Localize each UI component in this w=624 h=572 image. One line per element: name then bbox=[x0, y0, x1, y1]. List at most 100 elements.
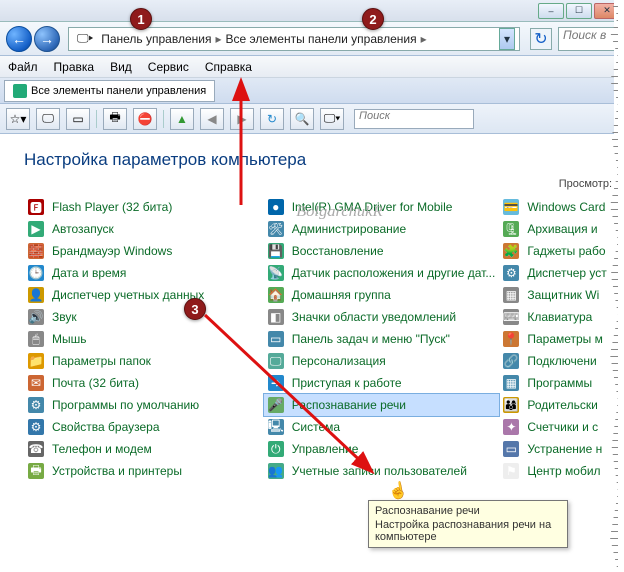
control-panel-item[interactable]: ⚙Диспетчер уст bbox=[499, 262, 624, 284]
item-icon: 🧱 bbox=[28, 243, 44, 259]
item-label: Гаджеты рабо bbox=[527, 244, 605, 258]
window-minimize-button[interactable]: – bbox=[538, 3, 564, 19]
menu-file[interactable]: Файл bbox=[8, 60, 38, 74]
control-panel-item[interactable]: 🖶Устройства и принтеры bbox=[24, 460, 264, 482]
item-label: Параметры м bbox=[527, 332, 603, 346]
item-label: Flash Player (32 бита) bbox=[52, 200, 172, 214]
control-panel-item[interactable]: ✦Счетчики и с bbox=[499, 416, 624, 438]
tool-print-icon[interactable]: 🖶 bbox=[103, 108, 127, 130]
control-panel-item[interactable]: 💾Восстановление bbox=[264, 240, 500, 262]
item-icon: ▭ bbox=[268, 331, 284, 347]
toolbar-separator bbox=[96, 110, 97, 128]
menu-edit[interactable]: Правка bbox=[54, 60, 95, 74]
item-label: Программы по умолчанию bbox=[52, 398, 199, 412]
content-area: Настройка параметров компьютера 🅵Flash P… bbox=[0, 134, 624, 482]
tool-view-icon[interactable]: 🖵▾ bbox=[320, 108, 344, 130]
tooltip-body: Настройка распознавания речи на компьюте… bbox=[375, 519, 561, 543]
control-panel-item[interactable]: ✉Почта (32 бита) bbox=[24, 372, 264, 394]
nav-search-input[interactable]: Поиск в bbox=[558, 27, 618, 51]
item-icon: 🖱 bbox=[28, 331, 44, 347]
item-label: Параметры папок bbox=[52, 354, 151, 368]
item-icon: 🧩 bbox=[503, 243, 519, 259]
item-icon: 🛠 bbox=[268, 221, 284, 237]
menu-help[interactable]: Справка bbox=[205, 60, 252, 74]
control-panel-item[interactable]: 🕒Дата и время bbox=[24, 262, 264, 284]
control-panel-item[interactable]: ➜Приступая к работе bbox=[264, 372, 500, 394]
control-panel-item[interactable]: ▶Автозапуск bbox=[24, 218, 264, 240]
control-panel-item[interactable]: 🗜Архивация и bbox=[499, 218, 624, 240]
control-panel-item[interactable]: 🧱Брандмауэр Windows bbox=[24, 240, 264, 262]
tab-control-panel[interactable]: Все элементы панели управления bbox=[4, 80, 215, 102]
menu-tools[interactable]: Сервис bbox=[148, 60, 189, 74]
control-panel-item[interactable]: ▭Панель задач и меню "Пуск" bbox=[264, 328, 500, 350]
item-icon: 🔗 bbox=[503, 353, 519, 369]
window-maximize-button[interactable]: ☐ bbox=[566, 3, 592, 19]
item-label: Значки области уведомлений bbox=[292, 310, 456, 324]
nav-forward-button[interactable]: → bbox=[34, 26, 60, 52]
control-panel-item[interactable]: 🖱 Мышь bbox=[24, 328, 264, 350]
control-panel-item[interactable]: 📁 Параметры папок bbox=[24, 350, 264, 372]
tool-search-icon[interactable]: 🔍 bbox=[290, 108, 314, 130]
control-panel-item[interactable]: ☎Телефон и модем bbox=[24, 438, 264, 460]
toolbar-separator bbox=[163, 110, 164, 128]
control-panel-item[interactable]: 🖵Персонализация bbox=[264, 350, 500, 372]
tool-settings-icon[interactable]: ☆▾ bbox=[6, 108, 30, 130]
tool-display-icon[interactable]: 🖵 bbox=[36, 108, 60, 130]
control-panel-item[interactable]: 🔗Подключени bbox=[499, 350, 624, 372]
control-panel-item[interactable]: 🧩 Гаджеты рабо bbox=[499, 240, 624, 262]
control-panel-item[interactable]: ▭Устранение н bbox=[499, 438, 624, 460]
control-panel-item[interactable]: ▦Защитник Wi bbox=[499, 284, 624, 306]
item-icon: 📁 bbox=[28, 353, 44, 369]
control-panel-item[interactable]: 🛠Администрирование bbox=[264, 218, 500, 240]
tool-up-icon[interactable]: ▲ bbox=[170, 108, 194, 130]
tool-stop-icon[interactable]: ⛔ bbox=[133, 108, 157, 130]
control-panel-item[interactable]: ⌨Клавиатура bbox=[499, 306, 624, 328]
control-panel-item[interactable]: ⚙Свойства браузера bbox=[24, 416, 264, 438]
control-panel-item[interactable]: ⏻Управление bbox=[264, 438, 500, 460]
item-label: Центр мобил bbox=[527, 464, 600, 478]
item-label: Архивация и bbox=[527, 222, 597, 236]
item-label: Устранение н bbox=[527, 442, 602, 456]
menu-view[interactable]: Вид bbox=[110, 60, 132, 74]
control-panel-item[interactable]: 🔊Звук bbox=[24, 306, 264, 328]
item-icon: 🖳 bbox=[268, 419, 284, 435]
control-panel-item[interactable]: 💳Windows Card bbox=[499, 196, 624, 218]
tool-refresh-icon[interactable]: ↻ bbox=[260, 108, 284, 130]
control-panel-item[interactable]: 👥Учетные записи пользователей bbox=[264, 460, 500, 482]
breadcrumb-dropdown[interactable]: ▾ bbox=[499, 28, 515, 50]
item-icon: ✉ bbox=[28, 375, 44, 391]
item-label: Мышь bbox=[52, 332, 87, 346]
control-panel-item[interactable]: 📡Датчик расположения и другие дат... bbox=[264, 262, 500, 284]
explorer-navbar: ← → 🖵▸ Панель управления ▸ Все элементы … bbox=[0, 22, 624, 56]
control-panel-item[interactable]: 🏠Домашняя группа bbox=[264, 284, 500, 306]
tool-window-icon[interactable]: ▭ bbox=[66, 108, 90, 130]
control-panel-item[interactable]: 🎤Распознавание речи bbox=[264, 394, 500, 416]
tool-fwd-icon[interactable]: ▶ bbox=[230, 108, 254, 130]
item-icon: 💳 bbox=[503, 199, 519, 215]
control-panel-item[interactable]: ▦Программы bbox=[499, 372, 624, 394]
toolbar-search-input[interactable]: Поиск bbox=[354, 109, 474, 129]
tool-back-icon[interactable]: ◀ bbox=[200, 108, 224, 130]
breadcrumb-home-icon[interactable]: 🖵▸ bbox=[73, 31, 97, 46]
control-panel-item[interactable]: 👨‍👩‍👦Родительски bbox=[499, 394, 624, 416]
breadcrumb-segment-1[interactable]: Панель управления bbox=[97, 32, 215, 46]
item-label: Диспетчер уст bbox=[527, 266, 606, 280]
control-panel-item[interactable]: 🖳Система bbox=[264, 416, 500, 438]
breadcrumb-segment-2[interactable]: Все элементы панели управления bbox=[221, 32, 420, 46]
breadcrumb[interactable]: 🖵▸ Панель управления ▸ Все элементы пане… bbox=[68, 27, 520, 51]
control-panel-item[interactable]: 📍Параметры м bbox=[499, 328, 624, 350]
view-mode-label[interactable]: Просмотр: bbox=[559, 178, 612, 190]
control-panel-grid: 🅵Flash Player (32 бита)▶Автозапуск🧱Бранд… bbox=[24, 196, 624, 482]
control-panel-item[interactable]: ⚑Центр мобил bbox=[499, 460, 624, 482]
item-icon: ▦ bbox=[503, 375, 519, 391]
nav-back-button[interactable]: ← bbox=[6, 26, 32, 52]
item-label: Родительски bbox=[527, 398, 597, 412]
breadcrumb-separator: ▸ bbox=[421, 32, 427, 46]
nav-refresh-button[interactable]: ↻ bbox=[530, 28, 552, 50]
item-icon: 📡 bbox=[268, 265, 284, 281]
tooltip-title: Распознавание речи bbox=[375, 505, 561, 517]
control-panel-item[interactable]: ⚙Программы по умолчанию bbox=[24, 394, 264, 416]
control-panel-item[interactable]: 👤Диспетчер учетных данных bbox=[24, 284, 264, 306]
control-panel-item[interactable]: 🅵Flash Player (32 бита) bbox=[24, 196, 264, 218]
control-panel-item[interactable]: ◧Значки области уведомлений bbox=[264, 306, 500, 328]
